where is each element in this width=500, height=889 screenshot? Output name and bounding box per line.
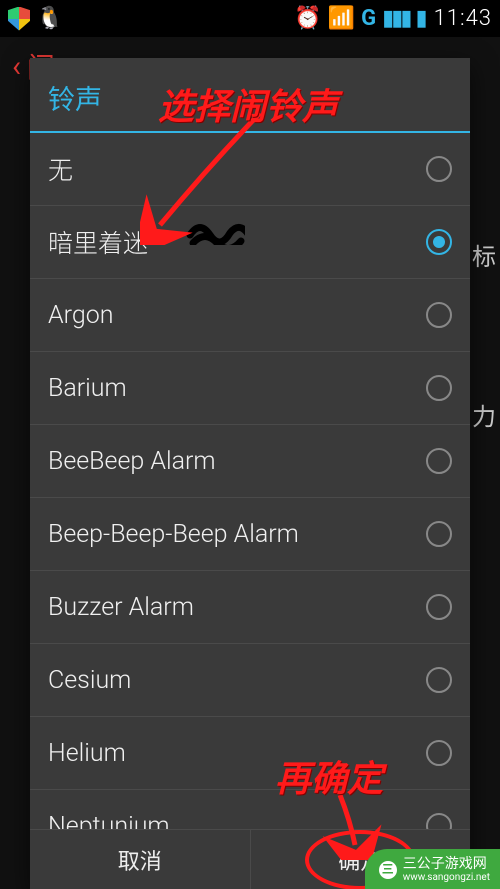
radio-icon[interactable] [426,448,452,474]
ringtone-item[interactable]: BeeBeep Alarm [30,425,470,498]
watermark-line2: www.sangongzi.net [403,872,490,883]
radio-icon[interactable] [426,302,452,328]
underlay-edge-text-2: 力 [472,397,496,432]
ringtone-item[interactable]: 暗里着迷 [30,206,470,279]
ringtone-label: Helium [48,739,126,768]
ringtone-label: Beep-Beep-Beep Alarm [48,520,299,549]
back-chevron-icon[interactable]: ‹ [12,49,21,84]
radio-icon[interactable] [426,813,452,829]
radio-icon[interactable] [426,229,452,255]
ringtone-label: 暗里着迷 [48,224,148,260]
signal-icon: ▮▮▮ [382,6,409,31]
ringtone-item[interactable]: Barium [30,352,470,425]
ringtone-item[interactable]: Neptunium [30,790,470,829]
ringtone-label: Cesium [48,666,131,695]
watermark-line1: 三公子游戏网 [403,857,490,872]
radio-icon[interactable] [426,667,452,693]
watermark-logo-icon: 三 [379,861,397,879]
watermark: 三 三公子游戏网 www.sangongzi.net [365,849,500,889]
ringtone-item[interactable]: 无 [30,133,470,206]
ringtone-label: Barium [48,374,127,403]
ringtone-label: BeeBeep Alarm [48,447,216,476]
ringtone-item[interactable]: Beep-Beep-Beep Alarm [30,498,470,571]
radio-icon[interactable] [426,740,452,766]
underlay-edge-text-1: 标 [472,237,496,272]
ringtone-label: 无 [48,151,73,187]
radio-icon[interactable] [426,521,452,547]
wifi-icon: 📶 [328,6,355,31]
status-bar: 🐧 ⏰ 📶 G ▮▮▮ ▮ 11:43 [0,0,500,37]
ringtone-label: Argon [48,301,113,330]
ringtone-item[interactable]: Argon [30,279,470,352]
status-left: 🐧 [8,6,63,31]
screen-root: 🐧 ⏰ 📶 G ▮▮▮ ▮ 11:43 ‹ 闹 标 力 铃声 无暗里着迷Argo… [0,0,500,889]
ringtone-item[interactable]: Buzzer Alarm [30,571,470,644]
radio-icon[interactable] [426,594,452,620]
ringtone-label: Buzzer Alarm [48,593,194,622]
radio-icon[interactable] [426,156,452,182]
radio-icon[interactable] [426,375,452,401]
dialog-title: 铃声 [30,58,470,131]
penguin-icon: 🐧 [36,6,63,31]
watermark-text: 三公子游戏网 www.sangongzi.net [403,857,490,883]
ringtone-item[interactable]: Helium [30,717,470,790]
ringtone-label: Neptunium [48,812,170,830]
ringtone-list[interactable]: 无暗里着迷 Argon Barium BeeBeep Alarm Beep-Beep-B… [30,133,470,829]
alarm-icon: ⏰ [294,6,321,31]
ringtone-item[interactable]: Cesium [30,644,470,717]
cancel-button[interactable]: 取消 [30,830,250,889]
clock-text: 11:43 [434,6,492,31]
battery-icon: ▮ [415,6,427,31]
shield-icon [8,7,30,31]
network-label: G [361,6,376,31]
status-right: ⏰ 📶 G ▮▮▮ ▮ 11:43 [294,6,492,31]
ringtone-dialog: 铃声 无暗里着迷 Argon Barium BeeBeep Alarm Beep-Bee… [30,58,470,889]
